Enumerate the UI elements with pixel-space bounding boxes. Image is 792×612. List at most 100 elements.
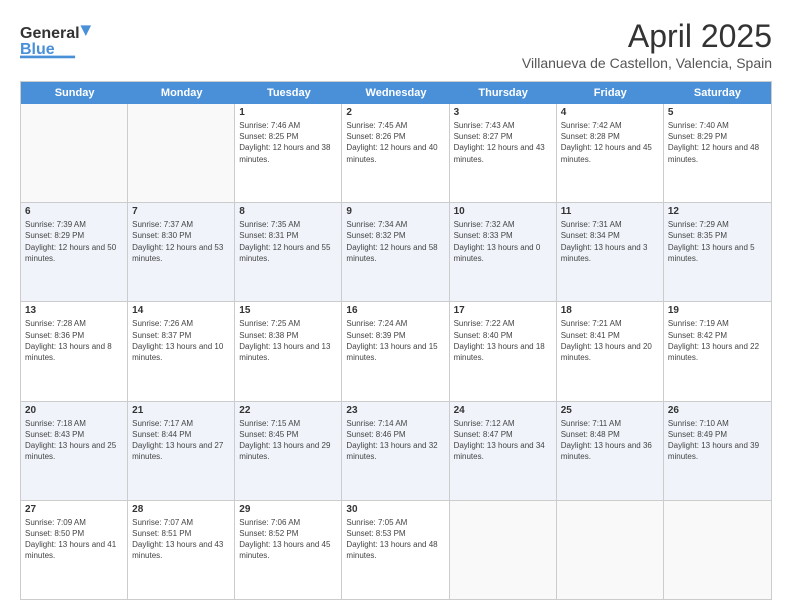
day-number: 6 xyxy=(25,206,123,217)
day-number: 22 xyxy=(239,405,337,416)
calendar-body: 1Sunrise: 7:46 AM Sunset: 8:25 PM Daylig… xyxy=(21,104,771,599)
calendar-cell: 8 Sunrise: 7:35 AM Sunset: 8:31 PM Daylig… xyxy=(235,203,342,301)
day-number: 20 xyxy=(25,405,123,416)
calendar-cell: 21 Sunrise: 7:17 AM Sunset: 8:44 PM Dayli… xyxy=(128,402,235,500)
day-info: Sunrise: 7:11 AM Sunset: 8:48 PM Dayligh… xyxy=(561,418,659,463)
day-number: 25 xyxy=(561,405,659,416)
calendar-cell: 15 Sunrise: 7:25 AM Sunset: 8:38 PM Dayli… xyxy=(235,302,342,400)
calendar-cell: 11 Sunrise: 7:31 AM Sunset: 8:34 PM Dayli… xyxy=(557,203,664,301)
main-title: April 2025 xyxy=(522,18,772,55)
day-info: Sunrise: 7:06 AM Sunset: 8:52 PM Dayligh… xyxy=(239,517,337,562)
calendar-cell: 6 Sunrise: 7:39 AM Sunset: 8:29 PM Daylig… xyxy=(21,203,128,301)
calendar-cell: 29 Sunrise: 7:06 AM Sunset: 8:52 PM Dayli… xyxy=(235,501,342,599)
day-info: Sunrise: 7:21 AM Sunset: 8:41 PM Dayligh… xyxy=(561,318,659,363)
subtitle: Villanueva de Castellon, Valencia, Spain xyxy=(522,55,772,71)
day-info: Sunrise: 7:37 AM Sunset: 8:30 PM Dayligh… xyxy=(132,219,230,264)
calendar-cell: 20 Sunrise: 7:18 AM Sunset: 8:43 PM Dayli… xyxy=(21,402,128,500)
day-number: 23 xyxy=(346,405,444,416)
calendar-cell: 7 Sunrise: 7:37 AM Sunset: 8:30 PM Daylig… xyxy=(128,203,235,301)
day-info: Sunrise: 7:35 AM Sunset: 8:31 PM Dayligh… xyxy=(239,219,337,264)
day-number: 7 xyxy=(132,206,230,217)
calendar-cell xyxy=(450,501,557,599)
day-number: 21 xyxy=(132,405,230,416)
day-info: Sunrise: 7:39 AM Sunset: 8:29 PM Dayligh… xyxy=(25,219,123,264)
day-number: 4 xyxy=(561,107,659,118)
day-number: 17 xyxy=(454,305,552,316)
calendar-cell: 23Sunrise: 7:14 AM Sunset: 8:46 PM Dayli… xyxy=(342,402,449,500)
day-info: Sunrise: 7:31 AM Sunset: 8:34 PM Dayligh… xyxy=(561,219,659,264)
calendar-cell: 1Sunrise: 7:46 AM Sunset: 8:25 PM Daylig… xyxy=(235,104,342,202)
calendar-cell: 13 Sunrise: 7:28 AM Sunset: 8:36 PM Dayli… xyxy=(21,302,128,400)
day-info: Sunrise: 7:18 AM Sunset: 8:43 PM Dayligh… xyxy=(25,418,123,463)
day-info: Sunrise: 7:24 AM Sunset: 8:39 PM Dayligh… xyxy=(346,318,444,363)
day-info: Sunrise: 7:17 AM Sunset: 8:44 PM Dayligh… xyxy=(132,418,230,463)
calendar-cell: 24 Sunrise: 7:12 AM Sunset: 8:47 PM Dayli… xyxy=(450,402,557,500)
day-number: 14 xyxy=(132,305,230,316)
day-info: Sunrise: 7:15 AM Sunset: 8:45 PM Dayligh… xyxy=(239,418,337,463)
header-wednesday: Wednesday xyxy=(342,82,449,104)
logo-image: General Blue xyxy=(20,18,100,63)
day-info: Sunrise: 7:19 AM Sunset: 8:42 PM Dayligh… xyxy=(668,318,767,363)
header-tuesday: Tuesday xyxy=(235,82,342,104)
calendar-cell xyxy=(557,501,664,599)
calendar-cell: 25 Sunrise: 7:11 AM Sunset: 8:48 PM Dayli… xyxy=(557,402,664,500)
calendar-cell: 16 Sunrise: 7:24 AM Sunset: 8:39 PM Dayli… xyxy=(342,302,449,400)
day-number: 15 xyxy=(239,305,337,316)
calendar-cell: 2Sunrise: 7:45 AM Sunset: 8:26 PM Daylig… xyxy=(342,104,449,202)
header: General Blue April 2025 Villanueva de Ca… xyxy=(20,18,772,71)
calendar-cell xyxy=(21,104,128,202)
calendar-cell: 22 Sunrise: 7:15 AM Sunset: 8:45 PM Dayli… xyxy=(235,402,342,500)
logo: General Blue xyxy=(20,18,100,63)
day-info: Sunrise: 7:25 AM Sunset: 8:38 PM Dayligh… xyxy=(239,318,337,363)
day-number: 18 xyxy=(561,305,659,316)
calendar-cell xyxy=(664,501,771,599)
day-info: Sunrise: 7:29 AM Sunset: 8:35 PM Dayligh… xyxy=(668,219,767,264)
calendar-row: 6 Sunrise: 7:39 AM Sunset: 8:29 PM Daylig… xyxy=(21,203,771,302)
day-number: 13 xyxy=(25,305,123,316)
day-info: Sunrise: 7:42 AM Sunset: 8:28 PM Dayligh… xyxy=(561,120,659,165)
calendar-cell: 28Sunrise: 7:07 AM Sunset: 8:51 PM Dayli… xyxy=(128,501,235,599)
day-number: 5 xyxy=(668,107,767,118)
day-info: Sunrise: 7:46 AM Sunset: 8:25 PM Dayligh… xyxy=(239,120,337,165)
day-info: Sunrise: 7:34 AM Sunset: 8:32 PM Dayligh… xyxy=(346,219,444,264)
day-info: Sunrise: 7:09 AM Sunset: 8:50 PM Dayligh… xyxy=(25,517,123,562)
day-number: 16 xyxy=(346,305,444,316)
calendar-row: 20 Sunrise: 7:18 AM Sunset: 8:43 PM Dayli… xyxy=(21,402,771,501)
calendar-cell: 9 Sunrise: 7:34 AM Sunset: 8:32 PM Daylig… xyxy=(342,203,449,301)
day-number: 24 xyxy=(454,405,552,416)
calendar-row: 1Sunrise: 7:46 AM Sunset: 8:25 PM Daylig… xyxy=(21,104,771,203)
svg-text:Blue: Blue xyxy=(20,41,55,58)
day-info: Sunrise: 7:32 AM Sunset: 8:33 PM Dayligh… xyxy=(454,219,552,264)
day-number: 12 xyxy=(668,206,767,217)
day-number: 29 xyxy=(239,504,337,515)
calendar-cell: 5Sunrise: 7:40 AM Sunset: 8:29 PM Daylig… xyxy=(664,104,771,202)
day-number: 10 xyxy=(454,206,552,217)
header-friday: Friday xyxy=(557,82,664,104)
day-number: 27 xyxy=(25,504,123,515)
page: General Blue April 2025 Villanueva de Ca… xyxy=(0,0,792,612)
header-monday: Monday xyxy=(128,82,235,104)
calendar-header: Sunday Monday Tuesday Wednesday Thursday… xyxy=(21,82,771,104)
header-sunday: Sunday xyxy=(21,82,128,104)
calendar-cell: 14 Sunrise: 7:26 AM Sunset: 8:37 PM Dayli… xyxy=(128,302,235,400)
calendar-cell: 18 Sunrise: 7:21 AM Sunset: 8:41 PM Dayli… xyxy=(557,302,664,400)
calendar-cell: 19 Sunrise: 7:19 AM Sunset: 8:42 PM Dayli… xyxy=(664,302,771,400)
day-info: Sunrise: 7:05 AM Sunset: 8:53 PM Dayligh… xyxy=(346,517,444,562)
day-info: Sunrise: 7:22 AM Sunset: 8:40 PM Dayligh… xyxy=(454,318,552,363)
day-info: Sunrise: 7:26 AM Sunset: 8:37 PM Dayligh… xyxy=(132,318,230,363)
calendar: Sunday Monday Tuesday Wednesday Thursday… xyxy=(20,81,772,600)
calendar-row: 27 Sunrise: 7:09 AM Sunset: 8:50 PM Dayli… xyxy=(21,501,771,599)
day-info: Sunrise: 7:10 AM Sunset: 8:49 PM Dayligh… xyxy=(668,418,767,463)
calendar-cell: 4 Sunrise: 7:42 AM Sunset: 8:28 PM Daylig… xyxy=(557,104,664,202)
day-number: 19 xyxy=(668,305,767,316)
day-number: 9 xyxy=(346,206,444,217)
calendar-cell: 10 Sunrise: 7:32 AM Sunset: 8:33 PM Dayli… xyxy=(450,203,557,301)
day-number: 8 xyxy=(239,206,337,217)
day-info: Sunrise: 7:28 AM Sunset: 8:36 PM Dayligh… xyxy=(25,318,123,363)
day-info: Sunrise: 7:12 AM Sunset: 8:47 PM Dayligh… xyxy=(454,418,552,463)
calendar-cell: 12 Sunrise: 7:29 AM Sunset: 8:35 PM Dayli… xyxy=(664,203,771,301)
day-number: 2 xyxy=(346,107,444,118)
day-number: 11 xyxy=(561,206,659,217)
calendar-cell: 17 Sunrise: 7:22 AM Sunset: 8:40 PM Dayli… xyxy=(450,302,557,400)
day-info: Sunrise: 7:07 AM Sunset: 8:51 PM Dayligh… xyxy=(132,517,230,562)
